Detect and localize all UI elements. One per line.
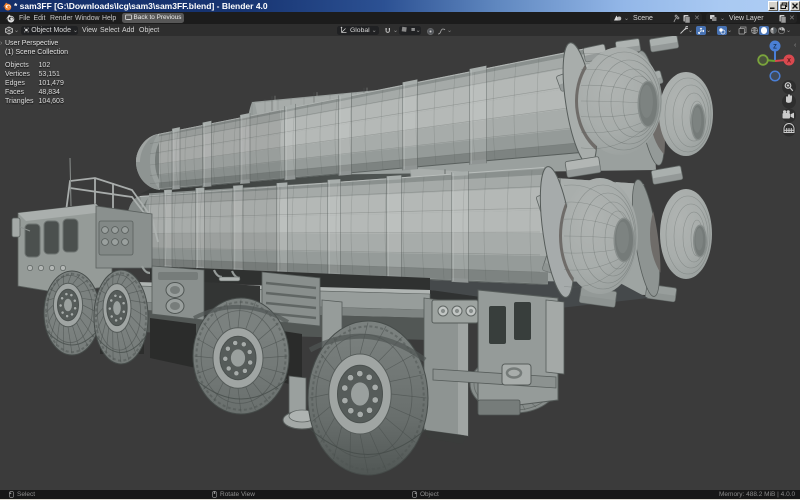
svg-text:X: X <box>787 59 791 65</box>
svg-text:Z: Z <box>773 45 777 51</box>
